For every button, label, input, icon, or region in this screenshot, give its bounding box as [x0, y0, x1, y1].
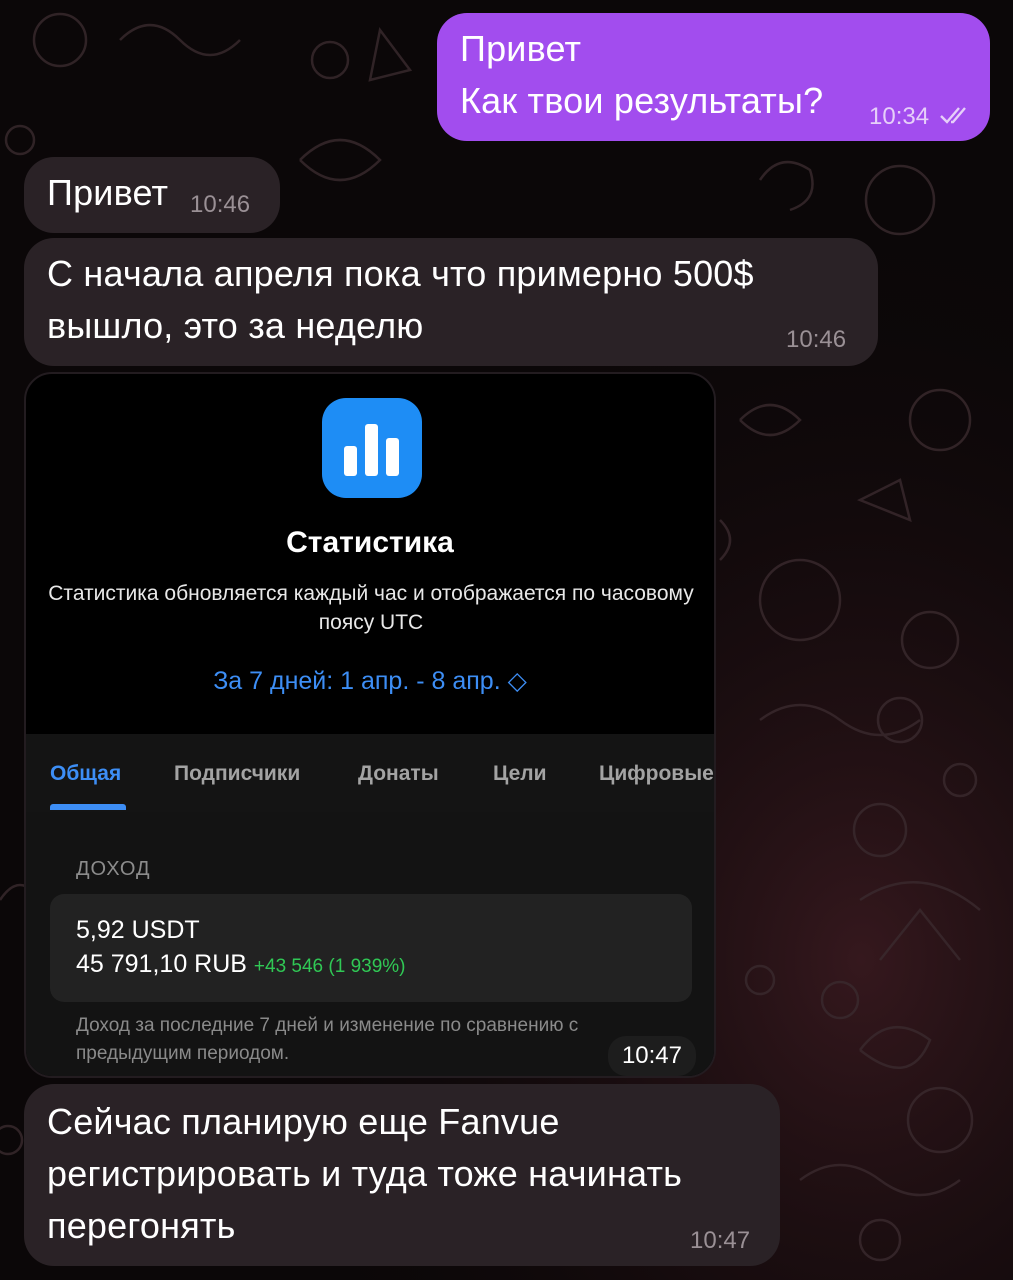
message-text-line-3: перегонять [47, 1205, 236, 1246]
message-time: 10:34 [869, 103, 930, 130]
incoming-message[interactable]: С начала апреля пока что примерно 500$ в… [24, 238, 878, 366]
message-time: 10:46 [190, 191, 251, 218]
message-text-line-2: регистрировать и туда тоже начинать [47, 1153, 683, 1194]
period-selector[interactable]: За 7 дней: 1 апр. - 8 апр. ◇ [26, 666, 714, 696]
active-tab-indicator [50, 804, 126, 810]
income-card: 5,92 USDT 45 791,10 RUB +43 546 (1 939%) [50, 894, 692, 1002]
message-text-line-2: Как твои результаты? [460, 80, 824, 121]
income-rub: 45 791,10 RUB [76, 950, 247, 978]
message-time: 10:46 [786, 326, 847, 353]
income-delta: +43 546 (1 939%) [253, 956, 406, 977]
message-text-line-1: С начала апреля пока что примерно 500$ [47, 253, 754, 294]
bar-chart-icon [322, 398, 422, 498]
income-panel: ДОХОД 5,92 USDT 45 791,10 RUB +43 546 (1… [26, 812, 714, 1076]
stats-title: Статистика [286, 526, 454, 559]
message-text-line-1: Сейчас планирую еще Fanvue [47, 1101, 560, 1142]
message-text-line-1: Привет [460, 28, 582, 69]
income-note: Доход за последние 7 дней и изменение по… [76, 1015, 579, 1064]
tab-subscribers[interactable]: Подписчики [174, 762, 300, 786]
statistics-screenshot-message[interactable]: Статистика Статистика обновляется каждый… [24, 372, 716, 1078]
double-check-icon [940, 107, 966, 124]
tab-general[interactable]: Общая [50, 762, 121, 786]
incoming-message[interactable]: Сейчас планирую еще Fanvue регистрироват… [24, 1084, 780, 1266]
message-text-line-2: вышло, это за неделю [47, 305, 424, 346]
tab-digital[interactable]: Цифровые [599, 762, 714, 786]
income-section-label: ДОХОД [76, 858, 151, 880]
outgoing-message[interactable]: Привет Как твои результаты? 10:34 [437, 13, 990, 141]
income-usdt: 5,92 USDT [76, 916, 200, 944]
message-time: 10:47 [607, 1036, 696, 1076]
income-rub-row: 45 791,10 RUB +43 546 (1 939%) [76, 950, 406, 979]
stats-tabs: Общая Подписчики Донаты Цели Цифровые [26, 734, 714, 813]
tab-goals[interactable]: Цели [493, 762, 547, 786]
tab-donations[interactable]: Донаты [358, 762, 439, 786]
stats-description: Статистика обновляется каждый час и отоб… [48, 582, 694, 634]
message-time: 10:47 [690, 1227, 751, 1254]
message-text: Привет [47, 172, 169, 213]
incoming-message[interactable]: Привет 10:46 [24, 157, 280, 233]
